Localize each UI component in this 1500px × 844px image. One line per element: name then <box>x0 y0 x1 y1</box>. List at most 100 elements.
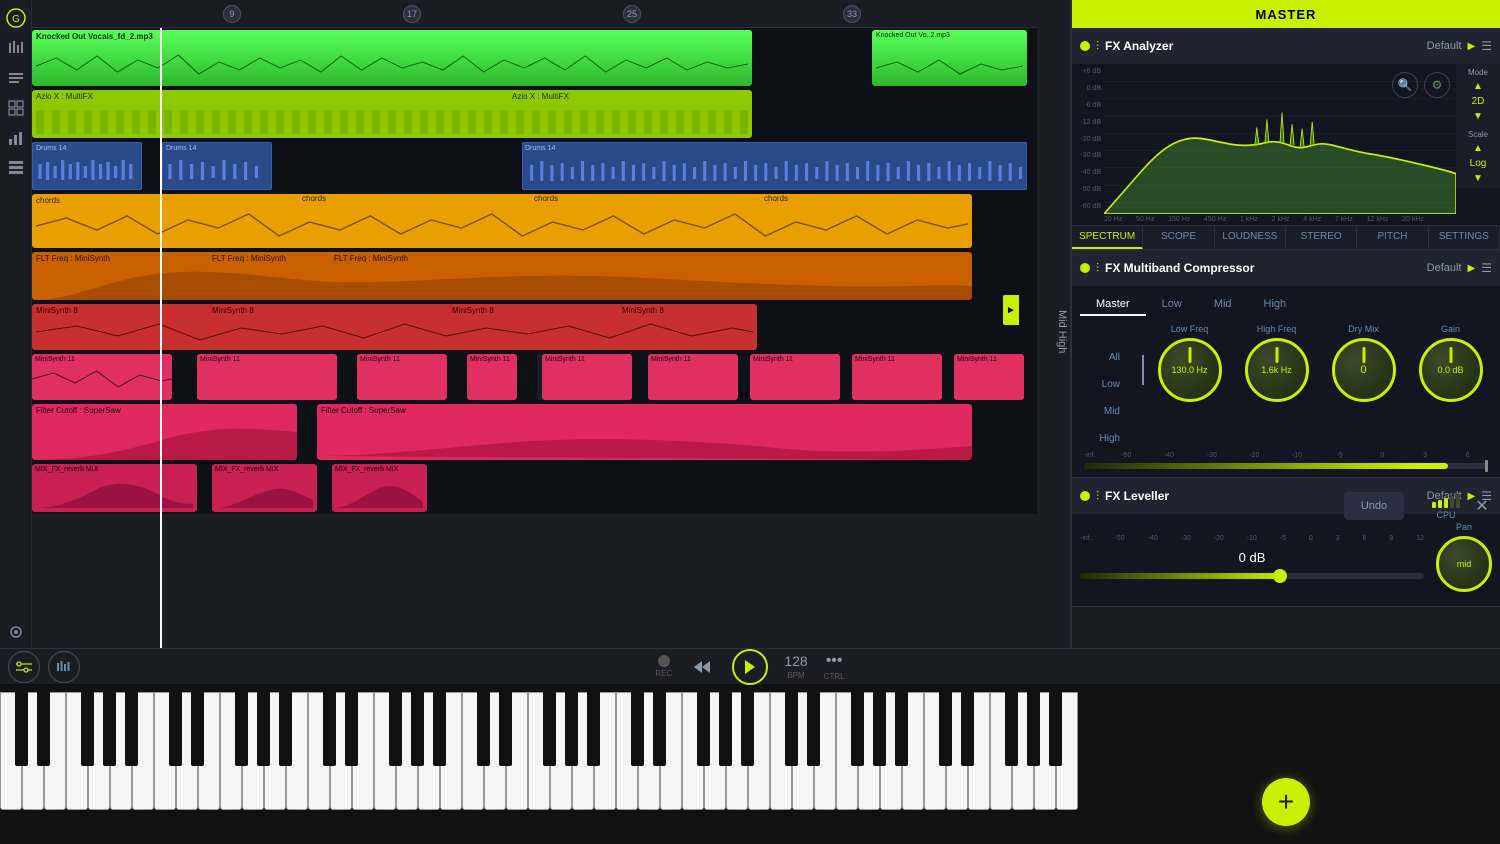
piano-key-fs4[interactable] <box>389 692 402 766</box>
piano-key-ds3[interactable] <box>191 692 204 766</box>
piano-key-as4[interactable] <box>433 692 446 766</box>
sidebar-settings-icon[interactable] <box>2 618 30 646</box>
mb-main-slider[interactable] <box>1084 463 1488 469</box>
piano-key-ds5[interactable] <box>499 692 512 766</box>
mb-knob-highfreq[interactable]: 1.6k Hz <box>1245 338 1309 402</box>
piano-key-fs11[interactable] <box>1467 692 1480 766</box>
mb-knob-lowfreq[interactable]: 130.0 Hz <box>1158 338 1222 402</box>
sidebar-mixer-icon[interactable] <box>2 34 30 62</box>
piano-key-gs10[interactable] <box>1335 692 1348 766</box>
mb-tab-high[interactable]: High <box>1248 294 1303 316</box>
sidebar-grid-icon[interactable] <box>2 94 30 122</box>
mode-2d-label[interactable]: 2D <box>1472 96 1485 107</box>
eq-icon[interactable] <box>8 651 40 683</box>
undo-button[interactable]: Undo <box>1344 492 1404 520</box>
track-content-minisynth11[interactable]: MiniSynth 11 MiniSynth 11 MiniSynth 11 M… <box>32 352 1037 402</box>
collapse-arrow[interactable]: ► <box>1003 295 1019 325</box>
mb-knob-gain[interactable]: 0.0 dB <box>1419 338 1483 402</box>
piano-key-ds8[interactable] <box>961 692 974 766</box>
track-content-azio[interactable]: Azio X : MultiFX Azio X : MultiFX <box>32 88 1037 140</box>
piano-key-gs8[interactable] <box>1027 692 1040 766</box>
tab-scope[interactable]: SCOPE <box>1143 226 1214 249</box>
piano-key-gs2[interactable] <box>103 692 116 766</box>
log-label[interactable]: Log <box>1470 158 1487 169</box>
plugin-multiband-menu[interactable]: ☰ <box>1481 261 1492 275</box>
piano-key-gs9[interactable] <box>1181 692 1194 766</box>
piano-key-fs8[interactable] <box>1005 692 1018 766</box>
piano-key-fs3[interactable] <box>235 692 248 766</box>
piano-key-cs5[interactable] <box>477 692 490 766</box>
plugin-analyzer-menu[interactable]: ☰ <box>1481 39 1492 53</box>
piano-key-ds10[interactable] <box>1269 692 1282 766</box>
tab-loudness[interactable]: LOUDNESS <box>1215 226 1286 249</box>
piano-key-fs6[interactable] <box>697 692 710 766</box>
piano-key-as10[interactable] <box>1357 692 1370 766</box>
piano-key-cs8[interactable] <box>939 692 952 766</box>
piano-key-fs5[interactable] <box>543 692 556 766</box>
track-content-drums[interactable]: Drums 14 <box>32 140 1037 192</box>
track-content-flt[interactable]: FLT Freq : MiniSynth FLT Freq : MiniSynt… <box>32 250 1037 302</box>
scale-down-icon[interactable]: ▼ <box>1473 173 1483 184</box>
piano-key-ds7[interactable] <box>807 692 820 766</box>
sidebar-bars-icon[interactable] <box>2 124 30 152</box>
analyzer-gear-btn[interactable]: ⚙ <box>1424 72 1450 98</box>
piano-key-cs2[interactable] <box>15 692 28 766</box>
piano-key-as6[interactable] <box>741 692 754 766</box>
tab-pitch[interactable]: PITCH <box>1357 226 1428 249</box>
leveller-thumb[interactable] <box>1273 569 1287 583</box>
piano-key-ds9[interactable] <box>1115 692 1128 766</box>
sidebar-notes-icon[interactable] <box>2 64 30 92</box>
analyzer-zoom-btn[interactable]: 🔍 <box>1392 72 1418 98</box>
track-content-chords[interactable]: chords chords chords chords <box>32 192 1037 250</box>
tab-stereo[interactable]: STEREO <box>1286 226 1357 249</box>
pan-knob[interactable]: mid <box>1436 536 1492 592</box>
plugin-dot-leveller[interactable] <box>1080 491 1090 501</box>
mixer-icon[interactable] <box>48 651 80 683</box>
piano-key-as3[interactable] <box>279 692 292 766</box>
mb-tab-master[interactable]: Master <box>1080 294 1146 316</box>
sidebar-blocks-icon[interactable] <box>2 154 30 182</box>
piano-key-cs11[interactable] <box>1401 692 1414 766</box>
sidebar-logo[interactable]: G <box>2 4 30 32</box>
play-button[interactable] <box>732 649 768 685</box>
piano-key-gs7[interactable] <box>873 692 886 766</box>
timeline-ruler[interactable]: 9 17 25 33 <box>32 0 1037 28</box>
piano-key-as2[interactable] <box>125 692 138 766</box>
piano-key-fs2[interactable] <box>81 692 94 766</box>
plugin-dot-analyzer[interactable] <box>1080 41 1090 51</box>
down-chevron-icon[interactable]: ▼ <box>1473 111 1483 122</box>
add-button[interactable]: + <box>1262 778 1310 826</box>
piano-key-cs4[interactable] <box>323 692 336 766</box>
piano-key-gs4[interactable] <box>411 692 424 766</box>
piano-key-cs10[interactable] <box>1247 692 1260 766</box>
piano-key-as9[interactable] <box>1203 692 1216 766</box>
plugin-analyzer-arrow[interactable]: ▶ <box>1468 41 1476 52</box>
piano-key-cs6[interactable] <box>631 692 644 766</box>
track-content-mix[interactable]: MIX_FX_reverb MIX MIX_FX_reverb MIX MIX_… <box>32 462 1037 514</box>
rec-button[interactable] <box>658 655 670 667</box>
piano-key-ds4[interactable] <box>345 692 358 766</box>
track-content-vocals[interactable]: Knocked Out Vocals_fd_2.mp3 Knocked Out … <box>32 28 1037 88</box>
rev-button[interactable] <box>688 653 716 681</box>
piano-key-gs6[interactable] <box>719 692 732 766</box>
piano-key-gs5[interactable] <box>565 692 578 766</box>
leveller-slider[interactable] <box>1080 573 1424 579</box>
piano-key-ds2[interactable] <box>37 692 50 766</box>
piano-key-cs9[interactable] <box>1093 692 1106 766</box>
mb-knob-drymix[interactable]: 0 <box>1332 338 1396 402</box>
piano-key-cs3[interactable] <box>169 692 182 766</box>
piano-key-ds6[interactable] <box>653 692 666 766</box>
plugin-multiband-arrow[interactable]: ▶ <box>1468 263 1476 274</box>
scale-up-icon[interactable]: ▲ <box>1473 143 1483 154</box>
piano-key-as7[interactable] <box>895 692 908 766</box>
piano-key-as8[interactable] <box>1049 692 1062 766</box>
bpm-value[interactable]: 128 <box>784 653 807 669</box>
piano-key-gs3[interactable] <box>257 692 270 766</box>
ctrl-dots[interactable]: ••• <box>826 652 843 670</box>
piano-key-fs9[interactable] <box>1159 692 1172 766</box>
track-content-minisynth8[interactable]: MiniSynth 8 MiniSynth 8 MiniSynth 8 Mini… <box>32 302 1037 352</box>
mb-tab-mid[interactable]: Mid <box>1198 294 1248 316</box>
track-content-filtersaw[interactable]: Filter Cutoff : SuperSaw Filter Cutoff :… <box>32 402 1037 462</box>
up-chevron-icon[interactable]: ▲ <box>1473 81 1483 92</box>
piano-key-fs10[interactable] <box>1313 692 1326 766</box>
